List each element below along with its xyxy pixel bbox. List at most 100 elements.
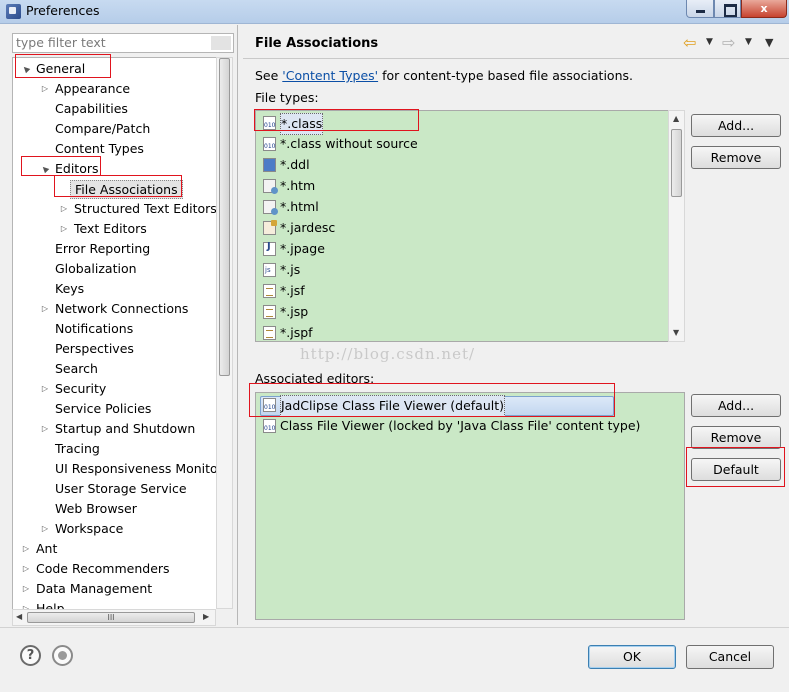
collapsed-twisty-icon[interactable]: ▷ — [40, 79, 50, 99]
js-file-icon — [263, 263, 276, 277]
tree-item-perspectives[interactable]: Perspectives — [13, 339, 216, 359]
content-types-link[interactable]: 'Content Types' — [282, 68, 378, 83]
tree-horizontal-scrollbar[interactable]: ◀ III ▶ — [12, 609, 216, 626]
hint-prefix: See — [255, 68, 283, 83]
row-label: *.ddl — [280, 157, 310, 172]
row-label: *.html — [280, 199, 319, 214]
collapsed-twisty-icon[interactable]: ▷ — [21, 539, 31, 559]
row-label: *.htm — [280, 178, 316, 193]
tree-item-label: Service Policies — [55, 401, 152, 416]
collapsed-twisty-icon[interactable]: ▷ — [21, 559, 31, 579]
collapsed-twisty-icon[interactable]: ▷ — [40, 379, 50, 399]
expanded-twisty-icon[interactable]: ▲ — [15, 58, 36, 79]
tree-item-network-connections[interactable]: ▷ Network Connections — [13, 299, 216, 319]
tree-item-label: Startup and Shutdown — [55, 421, 196, 436]
collapsed-twisty-icon[interactable]: ▷ — [59, 219, 69, 239]
back-arrow-icon[interactable]: ⇦ — [683, 33, 696, 52]
close-button[interactable]: x — [741, 0, 787, 18]
tree-item-label: Error Reporting — [55, 241, 151, 256]
tree-item-ant[interactable]: ▷ Ant — [13, 539, 216, 559]
maximize-button[interactable] — [714, 0, 741, 18]
tree-item-label: Ant — [36, 541, 58, 556]
tree-item-startup-and-shutdown[interactable]: ▷ Startup and Shutdown — [13, 419, 216, 439]
expanded-twisty-icon[interactable]: ▲ — [34, 158, 55, 179]
minimize-button[interactable] — [686, 0, 714, 18]
associated-editors-list[interactable]: JadClipse Class File Viewer (default)Cla… — [255, 392, 685, 620]
tree-item-code-recommenders[interactable]: ▷ Code Recommenders — [13, 559, 216, 579]
tree-item-label: Keys — [55, 281, 85, 296]
scroll-right-icon[interactable]: ▶ — [203, 612, 209, 621]
file-types-scroll-thumb[interactable] — [671, 129, 682, 197]
title-separator — [243, 58, 789, 59]
forward-history-dropdown-icon[interactable]: ▼ — [745, 37, 752, 47]
filter-input[interactable]: type filter text — [12, 33, 234, 53]
clear-filter-icon[interactable] — [211, 36, 231, 50]
tree-item-text-editors[interactable]: ▷ Text Editors — [13, 219, 216, 239]
back-history-dropdown-icon[interactable]: ▼ — [706, 37, 713, 47]
scroll-left-icon[interactable]: ◀ — [16, 612, 22, 621]
tree-item-structured-text-editors[interactable]: ▷ Structured Text Editors — [13, 199, 216, 219]
tree-item-notifications[interactable]: Notifications — [13, 319, 216, 339]
forward-arrow-icon[interactable]: ⇨ — [722, 33, 735, 52]
file-type-add-button[interactable]: Add... — [691, 114, 781, 137]
help-icon[interactable]: ? — [20, 645, 41, 666]
tree-item-editors[interactable]: ▲ Editors — [13, 159, 216, 179]
tree-item-help[interactable]: ▷ Help — [13, 599, 216, 609]
ddl-file-icon — [263, 158, 276, 172]
tree-item-label: Tracing — [55, 441, 100, 456]
collapsed-twisty-icon[interactable]: ▷ — [40, 519, 50, 539]
ok-button[interactable]: OK — [588, 645, 676, 669]
tree-item-globalization[interactable]: Globalization — [13, 259, 216, 279]
tree-item-compare-patch[interactable]: Compare/Patch — [13, 119, 216, 139]
txt-file-icon — [263, 326, 276, 340]
tree-item-label: General — [36, 61, 86, 76]
scroll-down-icon[interactable]: ▼ — [673, 328, 679, 337]
tree-item-data-management[interactable]: ▷ Data Management — [13, 579, 216, 599]
tree-item-label: Compare/Patch — [55, 121, 151, 136]
htm-file-icon — [263, 179, 278, 194]
tree-item-service-policies[interactable]: Service Policies — [13, 399, 216, 419]
collapsed-twisty-icon[interactable]: ▷ — [40, 299, 50, 319]
tree-item-workspace[interactable]: ▷ Workspace — [13, 519, 216, 539]
tree-item-general[interactable]: ▲ General — [13, 59, 216, 79]
tree-item-web-browser[interactable]: Web Browser — [13, 499, 216, 519]
tree-item-search[interactable]: Search — [13, 359, 216, 379]
tree-vertical-scrollbar[interactable] — [216, 57, 233, 609]
row-label: *.jpage — [280, 241, 325, 256]
collapsed-twisty-icon[interactable]: ▷ — [59, 199, 69, 219]
row-label: *.jsp — [280, 304, 309, 319]
tree-item-user-storage-service[interactable]: User Storage Service — [13, 479, 216, 499]
jar-file-icon — [263, 220, 277, 235]
file-types-scrollbar[interactable]: ▲ ▼ — [668, 110, 685, 342]
collapsed-twisty-icon[interactable]: ▷ — [21, 579, 31, 599]
file-type-remove-button[interactable]: Remove — [691, 146, 781, 169]
tree-horizontal-scroll-thumb[interactable]: III — [27, 612, 195, 623]
tree-item-appearance[interactable]: ▷ Appearance — [13, 79, 216, 99]
tree-item-file-associations[interactable]: File Associations — [13, 179, 216, 199]
window-title: Preferences — [26, 3, 100, 18]
tree-item-ui-responsiveness-monitor[interactable]: UI Responsiveness Monitor — [13, 459, 216, 479]
tree-item-label: Perspectives — [55, 341, 134, 356]
tree-item-security[interactable]: ▷ Security — [13, 379, 216, 399]
tree-item-error-reporting[interactable]: Error Reporting — [13, 239, 216, 259]
editor-add-button[interactable]: Add... — [691, 394, 781, 417]
editor-remove-button[interactable]: Remove — [691, 426, 781, 449]
txt-file-icon — [263, 284, 276, 298]
tree-item-capabilities[interactable]: Capabilities — [13, 99, 216, 119]
collapsed-twisty-icon[interactable]: ▷ — [21, 599, 31, 609]
tree-item-tracing[interactable]: Tracing — [13, 439, 216, 459]
tree-item-keys[interactable]: Keys — [13, 279, 216, 299]
collapsed-twisty-icon[interactable]: ▷ — [40, 419, 50, 439]
content-types-hint: See 'Content Types' for content-type bas… — [255, 68, 633, 83]
associated-editors-label: Associated editors: — [255, 371, 375, 386]
view-menu-icon[interactable]: ▼ — [765, 36, 773, 49]
cancel-button[interactable]: Cancel — [686, 645, 774, 669]
editor-default-button[interactable]: Default — [691, 458, 781, 481]
record-macro-icon[interactable] — [52, 645, 73, 666]
file-types-list[interactable]: *.class*.class without source *.ddl *.htm *… — [255, 110, 669, 342]
tree-item-content-types[interactable]: Content Types — [13, 139, 216, 159]
preferences-tree[interactable]: ▲ General ▷ Appearance Capabilities Compare/P… — [12, 57, 216, 609]
scroll-up-icon[interactable]: ▲ — [673, 114, 679, 123]
tree-vertical-scroll-thumb[interactable] — [219, 58, 230, 376]
panel-sash[interactable] — [237, 25, 238, 625]
